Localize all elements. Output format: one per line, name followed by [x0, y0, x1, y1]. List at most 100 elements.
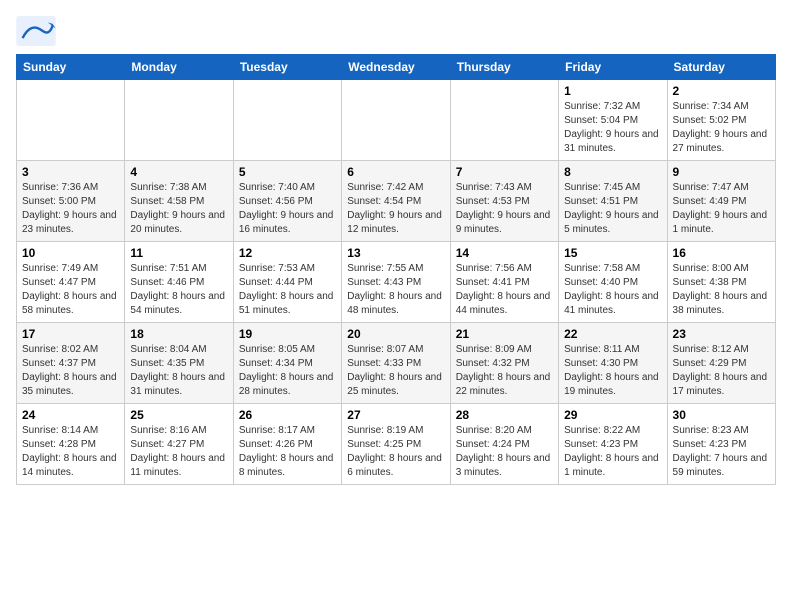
day-info: Sunrise: 7:58 AM Sunset: 4:40 PM Dayligh…	[564, 262, 661, 318]
calendar-cell: 9Sunrise: 7:47 AM Sunset: 4:49 PM Daylig…	[667, 161, 775, 242]
day-number: 24	[22, 408, 119, 422]
day-info: Sunrise: 7:56 AM Sunset: 4:41 PM Dayligh…	[456, 262, 553, 318]
calendar-cell: 10 Sunrise: 7:49 AM Sunset: 4:47 PM Dayli…	[17, 242, 125, 323]
day-info: Sunrise: 8:07 AM Sunset: 4:33 PM Dayligh…	[347, 343, 444, 399]
calendar-cell: 23 Sunrise: 8:12 AM Sunset: 4:29 PM Dayli…	[667, 323, 775, 404]
day-number: 6	[347, 165, 444, 179]
day-info: Sunrise: 8:14 AM Sunset: 4:28 PM Dayligh…	[22, 424, 119, 480]
logo-icon	[16, 16, 56, 46]
calendar-cell	[233, 80, 341, 161]
day-number: 27	[347, 408, 444, 422]
day-info: Sunrise: 8:22 AM Sunset: 4:23 PM Dayligh…	[564, 424, 661, 480]
day-info: Sunrise: 8:00 AM Sunset: 4:38 PM Dayligh…	[673, 262, 770, 318]
day-info: Sunrise: 8:05 AM Sunset: 4:34 PM Dayligh…	[239, 343, 336, 399]
calendar-cell: 3Sunrise: 7:36 AM Sunset: 5:00 PM Daylig…	[17, 161, 125, 242]
day-number: 13	[347, 246, 444, 260]
page-header	[16, 16, 776, 46]
calendar-cell: 28Sunrise: 8:20 AM Sunset: 4:24 PM Dayli…	[450, 404, 558, 485]
calendar-week-3: 10 Sunrise: 7:49 AM Sunset: 4:47 PM Dayli…	[17, 242, 776, 323]
day-number: 5	[239, 165, 336, 179]
weekday-header-wednesday: Wednesday	[342, 55, 450, 80]
day-info: Sunrise: 7:45 AM Sunset: 4:51 PM Dayligh…	[564, 181, 661, 237]
calendar-cell: 29 Sunrise: 8:22 AM Sunset: 4:23 PM Dayli…	[559, 404, 667, 485]
day-number: 21	[456, 327, 553, 341]
calendar-cell: 19 Sunrise: 8:05 AM Sunset: 4:34 PM Dayli…	[233, 323, 341, 404]
day-info: Sunrise: 7:55 AM Sunset: 4:43 PM Dayligh…	[347, 262, 444, 318]
day-number: 1	[564, 84, 661, 98]
calendar-header-row: SundayMondayTuesdayWednesdayThursdayFrid…	[17, 55, 776, 80]
day-number: 30	[673, 408, 770, 422]
weekday-header-friday: Friday	[559, 55, 667, 80]
day-info: Sunrise: 7:49 AM Sunset: 4:47 PM Dayligh…	[22, 262, 119, 318]
day-info: Sunrise: 8:09 AM Sunset: 4:32 PM Dayligh…	[456, 343, 553, 399]
calendar-week-4: 17 Sunrise: 8:02 AM Sunset: 4:37 PM Dayli…	[17, 323, 776, 404]
calendar-cell: 24 Sunrise: 8:14 AM Sunset: 4:28 PM Dayli…	[17, 404, 125, 485]
weekday-header-tuesday: Tuesday	[233, 55, 341, 80]
day-number: 19	[239, 327, 336, 341]
calendar-cell: 11Sunrise: 7:51 AM Sunset: 4:46 PM Dayli…	[125, 242, 233, 323]
weekday-header-thursday: Thursday	[450, 55, 558, 80]
day-info: Sunrise: 7:34 AM Sunset: 5:02 PM Dayligh…	[673, 100, 770, 156]
day-info: Sunrise: 8:02 AM Sunset: 4:37 PM Dayligh…	[22, 343, 119, 399]
calendar-cell: 16 Sunrise: 8:00 AM Sunset: 4:38 PM Dayli…	[667, 242, 775, 323]
day-info: Sunrise: 8:04 AM Sunset: 4:35 PM Dayligh…	[130, 343, 227, 399]
calendar-cell: 21 Sunrise: 8:09 AM Sunset: 4:32 PM Dayli…	[450, 323, 558, 404]
day-number: 12	[239, 246, 336, 260]
day-info: Sunrise: 7:51 AM Sunset: 4:46 PM Dayligh…	[130, 262, 227, 318]
day-info: Sunrise: 7:42 AM Sunset: 4:54 PM Dayligh…	[347, 181, 444, 237]
calendar-cell: 7 Sunrise: 7:43 AM Sunset: 4:53 PM Daylig…	[450, 161, 558, 242]
day-info: Sunrise: 7:40 AM Sunset: 4:56 PM Dayligh…	[239, 181, 336, 237]
day-number: 15	[564, 246, 661, 260]
day-number: 18	[130, 327, 227, 341]
logo	[16, 16, 60, 46]
calendar-cell: 26 Sunrise: 8:17 AM Sunset: 4:26 PM Dayli…	[233, 404, 341, 485]
calendar-cell: 5 Sunrise: 7:40 AM Sunset: 4:56 PM Daylig…	[233, 161, 341, 242]
day-number: 8	[564, 165, 661, 179]
day-number: 14	[456, 246, 553, 260]
calendar-cell: 18 Sunrise: 8:04 AM Sunset: 4:35 PM Dayli…	[125, 323, 233, 404]
day-info: Sunrise: 8:17 AM Sunset: 4:26 PM Dayligh…	[239, 424, 336, 480]
day-number: 25	[130, 408, 227, 422]
day-number: 4	[130, 165, 227, 179]
day-number: 9	[673, 165, 770, 179]
day-info: Sunrise: 7:53 AM Sunset: 4:44 PM Dayligh…	[239, 262, 336, 318]
calendar-cell: 13 Sunrise: 7:55 AM Sunset: 4:43 PM Dayli…	[342, 242, 450, 323]
day-number: 22	[564, 327, 661, 341]
day-info: Sunrise: 7:38 AM Sunset: 4:58 PM Dayligh…	[130, 181, 227, 237]
calendar-cell: 17 Sunrise: 8:02 AM Sunset: 4:37 PM Dayli…	[17, 323, 125, 404]
day-info: Sunrise: 8:12 AM Sunset: 4:29 PM Dayligh…	[673, 343, 770, 399]
calendar-cell: 25 Sunrise: 8:16 AM Sunset: 4:27 PM Dayli…	[125, 404, 233, 485]
calendar-week-1: 1 Sunrise: 7:32 AM Sunset: 5:04 PM Daylig…	[17, 80, 776, 161]
calendar-cell: 30Sunrise: 8:23 AM Sunset: 4:23 PM Dayli…	[667, 404, 775, 485]
calendar-cell	[17, 80, 125, 161]
day-number: 2	[673, 84, 770, 98]
day-info: Sunrise: 7:32 AM Sunset: 5:04 PM Dayligh…	[564, 100, 661, 156]
calendar-cell: 8 Sunrise: 7:45 AM Sunset: 4:51 PM Daylig…	[559, 161, 667, 242]
day-number: 16	[673, 246, 770, 260]
day-number: 17	[22, 327, 119, 341]
day-info: Sunrise: 7:36 AM Sunset: 5:00 PM Dayligh…	[22, 181, 119, 237]
day-info: Sunrise: 8:16 AM Sunset: 4:27 PM Dayligh…	[130, 424, 227, 480]
calendar-cell: 2 Sunrise: 7:34 AM Sunset: 5:02 PM Daylig…	[667, 80, 775, 161]
day-number: 26	[239, 408, 336, 422]
day-number: 7	[456, 165, 553, 179]
day-info: Sunrise: 8:20 AM Sunset: 4:24 PM Dayligh…	[456, 424, 553, 480]
calendar-table: SundayMondayTuesdayWednesdayThursdayFrid…	[16, 54, 776, 485]
day-info: Sunrise: 8:11 AM Sunset: 4:30 PM Dayligh…	[564, 343, 661, 399]
day-number: 29	[564, 408, 661, 422]
calendar-week-2: 3Sunrise: 7:36 AM Sunset: 5:00 PM Daylig…	[17, 161, 776, 242]
weekday-header-saturday: Saturday	[667, 55, 775, 80]
day-number: 20	[347, 327, 444, 341]
calendar-cell	[125, 80, 233, 161]
day-number: 10	[22, 246, 119, 260]
calendar-cell: 27 Sunrise: 8:19 AM Sunset: 4:25 PM Dayli…	[342, 404, 450, 485]
calendar-cell	[450, 80, 558, 161]
calendar-cell: 4 Sunrise: 7:38 AM Sunset: 4:58 PM Daylig…	[125, 161, 233, 242]
calendar-cell	[342, 80, 450, 161]
day-number: 23	[673, 327, 770, 341]
day-info: Sunrise: 8:19 AM Sunset: 4:25 PM Dayligh…	[347, 424, 444, 480]
day-info: Sunrise: 7:43 AM Sunset: 4:53 PM Dayligh…	[456, 181, 553, 237]
calendar-cell: 12 Sunrise: 7:53 AM Sunset: 4:44 PM Dayli…	[233, 242, 341, 323]
calendar-cell: 1 Sunrise: 7:32 AM Sunset: 5:04 PM Daylig…	[559, 80, 667, 161]
calendar-cell: 14 Sunrise: 7:56 AM Sunset: 4:41 PM Dayli…	[450, 242, 558, 323]
